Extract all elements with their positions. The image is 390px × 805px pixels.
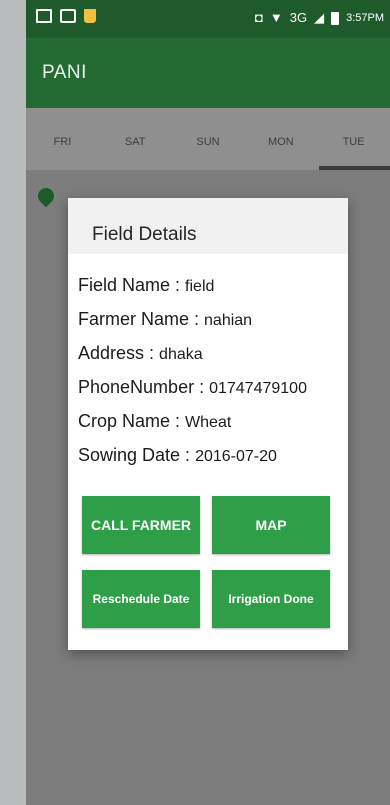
status-bar: ◘ ▼ 3G ◢ 3:57PM	[26, 0, 390, 38]
battery-icon	[331, 11, 340, 25]
farmer-name-row: Farmer Name : nahian	[78, 302, 307, 336]
dialog-title: Field Details	[92, 224, 197, 245]
field-details-list: Field Name : field Farmer Name : nahian …	[78, 268, 307, 472]
crop-name-row: Crop Name : Wheat	[78, 404, 307, 438]
sowing-date-row: Sowing Date : 2016-07-20	[78, 438, 307, 472]
field-name-value: field	[185, 278, 215, 295]
app-bar: PANI	[26, 38, 390, 108]
tab-sun[interactable]: SUN	[172, 108, 245, 170]
crop-name-value: Wheat	[185, 414, 232, 431]
tab-fri[interactable]: FRI	[26, 108, 99, 170]
tab-mon[interactable]: MON	[244, 108, 317, 170]
reschedule-date-button[interactable]: Reschedule Date	[82, 570, 200, 628]
network-type: 3G	[289, 10, 308, 25]
image-icon	[60, 9, 76, 23]
address-label: Address :	[78, 343, 160, 363]
irrigation-done-button[interactable]: Irrigation Done	[212, 570, 330, 628]
crop-name-label: Crop Name :	[78, 411, 186, 431]
day-tabs: FRI SAT SUN MON TUE	[26, 108, 390, 170]
tab-sat[interactable]: SAT	[99, 108, 172, 170]
phone-screen: ◘ ▼ 3G ◢ 3:57PM PANI FRI SAT SUN MON TUE…	[26, 0, 390, 805]
sowing-date-value: 2016-07-20	[195, 448, 277, 465]
phone-number-label: PhoneNumber :	[78, 377, 210, 397]
map-button[interactable]: MAP	[212, 496, 330, 554]
field-details-dialog: Field Details Field Name : field Farmer …	[68, 198, 348, 650]
wifi-icon: ▼	[269, 10, 283, 25]
app-title: PANI	[42, 62, 87, 83]
address-value: dhaka	[159, 346, 203, 363]
phone-number-value: 01747479100	[209, 380, 307, 397]
signal-icon: ◢	[314, 10, 325, 25]
sowing-date-label: Sowing Date :	[78, 445, 196, 465]
call-farmer-button[interactable]: CALL FARMER	[82, 496, 200, 554]
tab-tue[interactable]: TUE	[317, 108, 390, 170]
mail-icon	[36, 9, 52, 23]
vibrate-icon: ◘	[255, 10, 263, 25]
field-name-row: Field Name : field	[78, 268, 307, 302]
cleaner-icon	[84, 9, 96, 23]
farmer-name-label: Farmer Name :	[78, 309, 205, 329]
address-row: Address : dhaka	[78, 336, 307, 370]
clock: 3:57PM	[346, 12, 384, 24]
farmer-name-value: nahian	[204, 312, 253, 329]
field-name-label: Field Name :	[78, 275, 186, 295]
phone-number-row: PhoneNumber : 01747479100	[78, 370, 307, 404]
